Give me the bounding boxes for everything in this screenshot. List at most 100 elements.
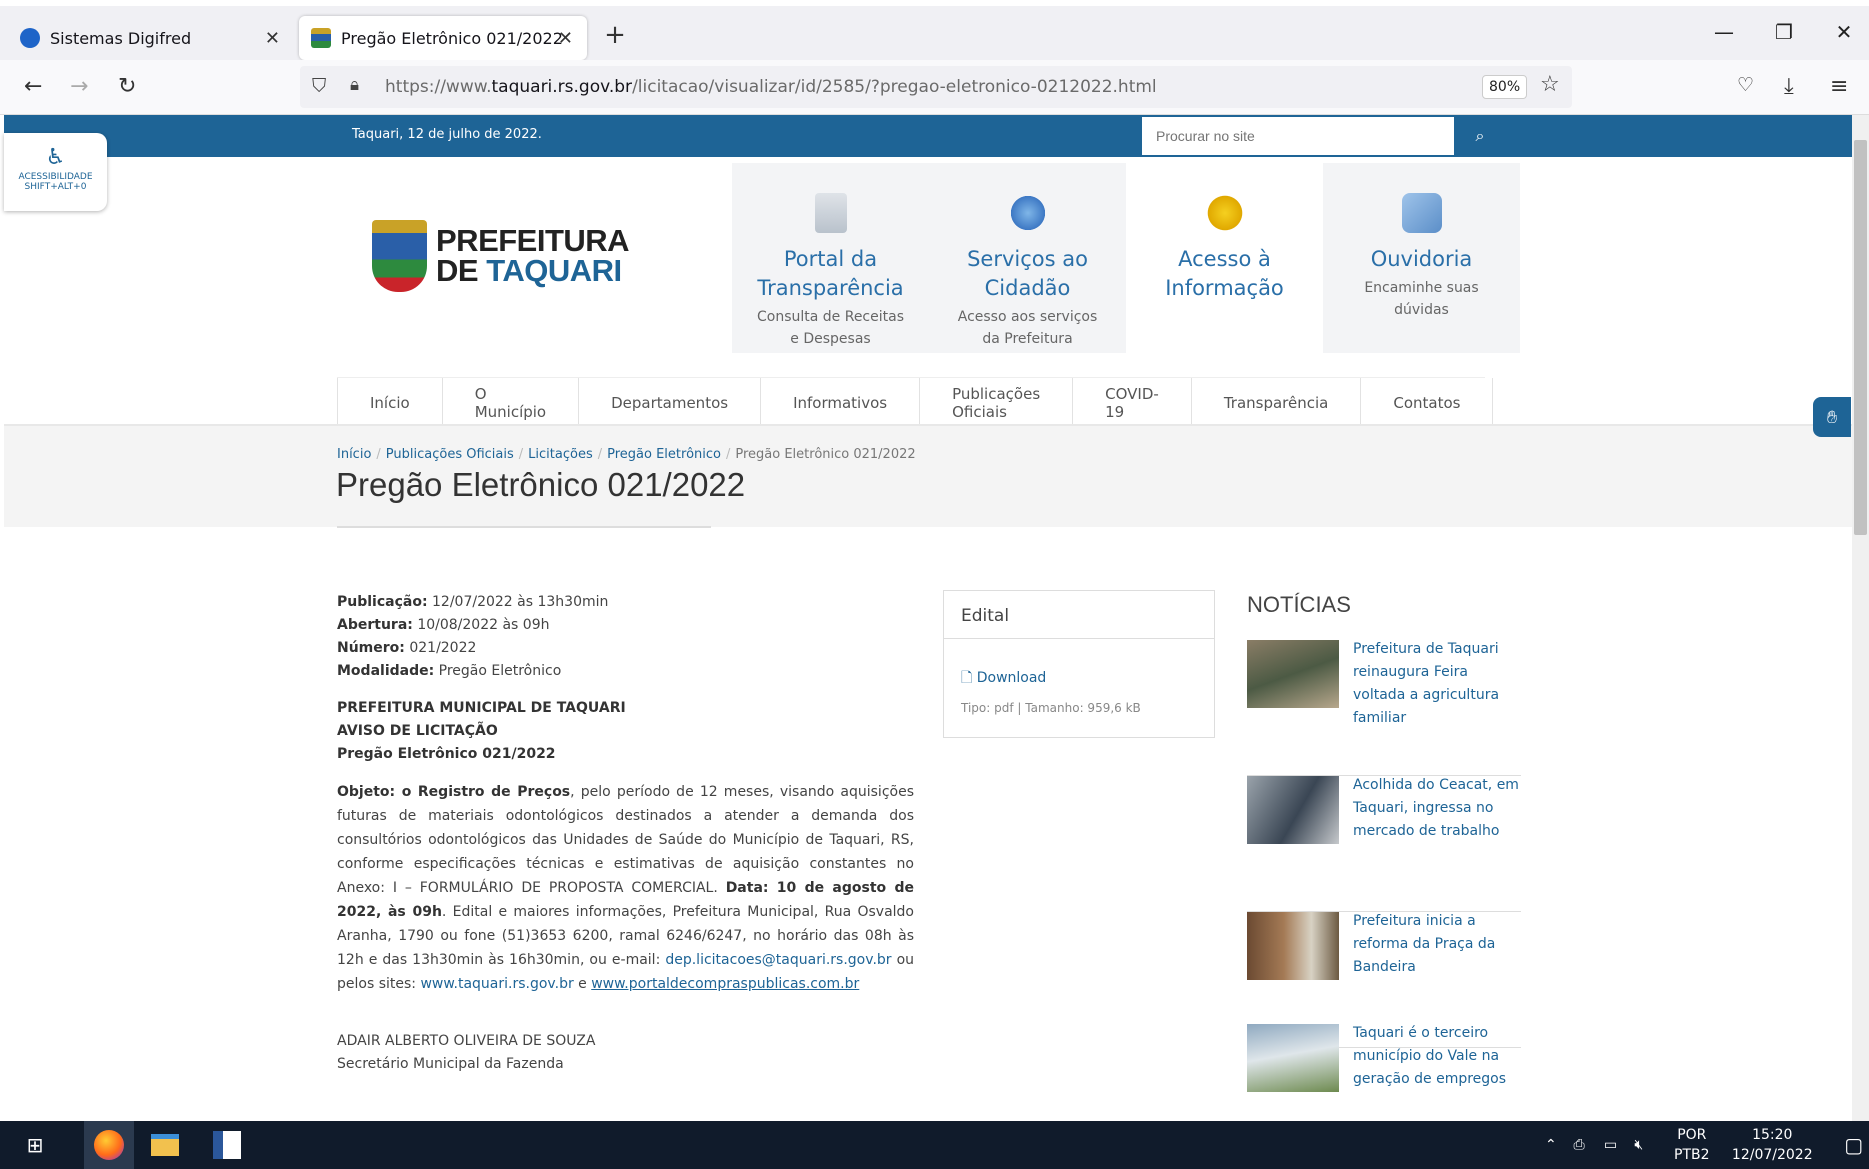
tab-sistemas-digifred[interactable]: Sistemas Digifred ✕ (8, 16, 294, 60)
sign-language-widget-button[interactable]: ✋︎ (1813, 397, 1851, 437)
download-link[interactable]: 🗋︎ Download (961, 667, 1214, 691)
close-window-button[interactable]: ✕ (1824, 20, 1864, 44)
news-title[interactable]: Prefeitura inicia a reforma da Praça da … (1353, 910, 1521, 979)
label: Publicação: (337, 594, 428, 610)
news-title[interactable]: Taquari é o terceiro município do Vale n… (1353, 1022, 1521, 1091)
portal-link[interactable]: www.portaldecompraspublicas.com.br (591, 976, 859, 992)
close-tab-icon[interactable]: ✕ (265, 28, 280, 49)
label: Abertura: (337, 617, 413, 633)
menu-item-departamentos[interactable]: Departamentos (579, 378, 762, 428)
breadcrumb-separator: / (376, 447, 381, 462)
speaker-muted-icon[interactable]: 🔇︎ (1634, 1137, 1664, 1153)
pdf-file-icon: 🗋︎ (961, 670, 973, 686)
menu-item-publicacoes-oficiais[interactable]: Publicações Oficiais (920, 378, 1074, 428)
word-taskbar-icon[interactable] (210, 1129, 244, 1161)
menu-item-contatos[interactable]: Contatos (1361, 378, 1494, 428)
file-explorer-icon[interactable] (148, 1129, 182, 1161)
breadcrumb-pregao[interactable]: Pregão Eletrônico (607, 447, 721, 462)
prefeitura-logo[interactable]: PREFEITURA DE TAQUARI (372, 218, 642, 296)
notifications-icon[interactable]: ▢ (1834, 1133, 1869, 1157)
zoom-level-badge[interactable]: 80% (1482, 75, 1528, 99)
menu-item-covid19[interactable]: COVID-19 (1073, 378, 1192, 428)
printer-icon[interactable]: ⎙ (1573, 1137, 1599, 1153)
download-icon[interactable]: ⤓ (1784, 74, 1794, 99)
title-underline (337, 526, 711, 528)
windows-start-icon[interactable]: ⊞ (18, 1129, 52, 1161)
pocket-icon[interactable]: ♡ (1737, 74, 1754, 96)
clock-date: 12/07/2022 (1731, 1147, 1813, 1163)
menu-item-municipio[interactable]: O Município (443, 378, 580, 428)
breadcrumb-publicacoes[interactable]: Publicações Oficiais (386, 447, 514, 462)
url-text[interactable]: https://www.taquari.rs.gov.br/licitacao/… (385, 77, 1157, 97)
breadcrumb-separator: / (518, 447, 524, 462)
url-prefix: https://www. (385, 77, 492, 97)
news-thumbnail[interactable] (1247, 1024, 1339, 1092)
service-acesso-informacao[interactable]: Acesso à Informação (1126, 163, 1323, 353)
clock[interactable]: 15:20 12/07/2022 (1727, 1125, 1817, 1165)
bookmark-star-icon[interactable]: ☆ (1540, 72, 1560, 97)
bid-meta: Publicação: 12/07/2022 às 13h30min Abert… (337, 591, 914, 683)
keyboard-layout: PTB2 (1674, 1147, 1710, 1163)
menu-hamburger-icon[interactable]: ≡ (1830, 74, 1848, 99)
menu-item-inicio[interactable]: Início (337, 378, 443, 428)
accessibility-button[interactable]: ♿︎ ACESSIBILIDADE SHIFT+ALT+0 (4, 133, 107, 211)
back-arrow-icon[interactable]: ← (24, 74, 42, 99)
forward-arrow-icon[interactable]: → (70, 74, 88, 99)
menu-item-transparencia[interactable]: Transparência (1192, 378, 1362, 428)
service-description: da Prefeitura (982, 331, 1073, 347)
logo-de: DE (436, 253, 487, 288)
lock-icon[interactable]: 🔒︎ (350, 75, 359, 95)
scrollbar-thumb[interactable] (1854, 140, 1867, 535)
minimize-button[interactable]: — (1704, 20, 1744, 44)
bid-number: 021/2022 (404, 640, 477, 656)
chevron-up-icon[interactable]: ⌃ (1545, 1137, 1569, 1153)
restore-button[interactable]: ❐ (1764, 20, 1804, 44)
news-item[interactable]: Prefeitura de Taquari reinaugura Feira v… (1247, 640, 1521, 776)
service-servicos-cidadao[interactable]: Serviços ao Cidadão Acesso aos serviços … (929, 163, 1126, 353)
email-link[interactable]: dep.licitacoes@taquari.rs.gov.br (665, 952, 891, 968)
breadcrumb-inicio[interactable]: Início (337, 447, 371, 462)
title-band (4, 424, 1852, 527)
language-indicator[interactable]: POR PTB2 (1669, 1125, 1715, 1165)
main-menu: Início O Município Departamentos Informa… (337, 377, 1494, 428)
service-description: Encaminhe suas (1364, 280, 1479, 296)
label: Objeto: o Registro de Preços (337, 784, 571, 800)
site-link[interactable]: www.taquari.rs.gov.br (420, 976, 573, 992)
notice-title: Pregão Eletrônico 021/2022 (337, 746, 556, 762)
new-tab-button[interactable]: + (600, 20, 630, 50)
breadcrumb-licitacoes[interactable]: Licitações (528, 447, 593, 462)
service-description: Acesso aos serviços (957, 309, 1098, 325)
url-path: /licitacao/visualizar/id/2585/?pregao-el… (632, 77, 1157, 97)
shield-icon[interactable]: ⛉ (312, 75, 326, 97)
digifred-favicon-icon (20, 28, 40, 48)
site-search-input[interactable] (1142, 117, 1454, 155)
news-item[interactable]: Acolhida do Ceacat, em Taquari, ingressa… (1247, 776, 1521, 912)
tab-pregao-eletronico[interactable]: Pregão Eletrônico 021/2022 - Pr ✕ (299, 16, 587, 60)
notice-header: PREFEITURA MUNICIPAL DE TAQUARI AVISO DE… (337, 697, 914, 766)
service-ouvidoria[interactable]: Ouvidoria Encaminhe suas dúvidas (1323, 163, 1520, 353)
service-portal-transparencia[interactable]: Portal da Transparência Consulta de Rece… (732, 163, 929, 353)
close-tab-icon[interactable]: ✕ (558, 28, 573, 49)
firefox-taskbar-icon[interactable] (84, 1121, 134, 1169)
news-thumbnail[interactable] (1247, 640, 1339, 708)
address-bar[interactable]: ⛉ 🔒︎ https://www.taquari.rs.gov.br/licit… (300, 66, 1572, 108)
menu-item-informativos[interactable]: Informativos (761, 378, 921, 428)
hands-icon: ✋︎ (1826, 406, 1838, 428)
people-icon (1007, 193, 1048, 233)
news-title[interactable]: Prefeitura de Taquari reinaugura Feira v… (1353, 638, 1521, 730)
document-check-icon (814, 193, 847, 233)
tab-strip: Sistemas Digifred ✕ Pregão Eletrônico 02… (0, 0, 1869, 60)
network-icon[interactable]: ▭ (1604, 1137, 1630, 1153)
search-button[interactable]: ⌕ (1454, 117, 1506, 155)
signer-role: Secretário Municipal da Fazenda (337, 1056, 564, 1072)
search-icon: ⌕ (1475, 126, 1485, 145)
notice-type: AVISO DE LICITAÇÃO (337, 723, 498, 739)
news-title[interactable]: Acolhida do Ceacat, em Taquari, ingressa… (1353, 774, 1521, 843)
news-thumbnail[interactable] (1247, 776, 1339, 844)
label: Número: (337, 640, 405, 656)
reload-icon[interactable]: ↻ (118, 74, 136, 99)
tab-title: Pregão Eletrônico 021/2022 - Pr (341, 28, 563, 48)
news-thumbnail[interactable] (1247, 912, 1339, 980)
bid-details: Publicação: 12/07/2022 às 13h30min Abert… (337, 591, 914, 1076)
service-title: Acesso à (1178, 247, 1271, 271)
